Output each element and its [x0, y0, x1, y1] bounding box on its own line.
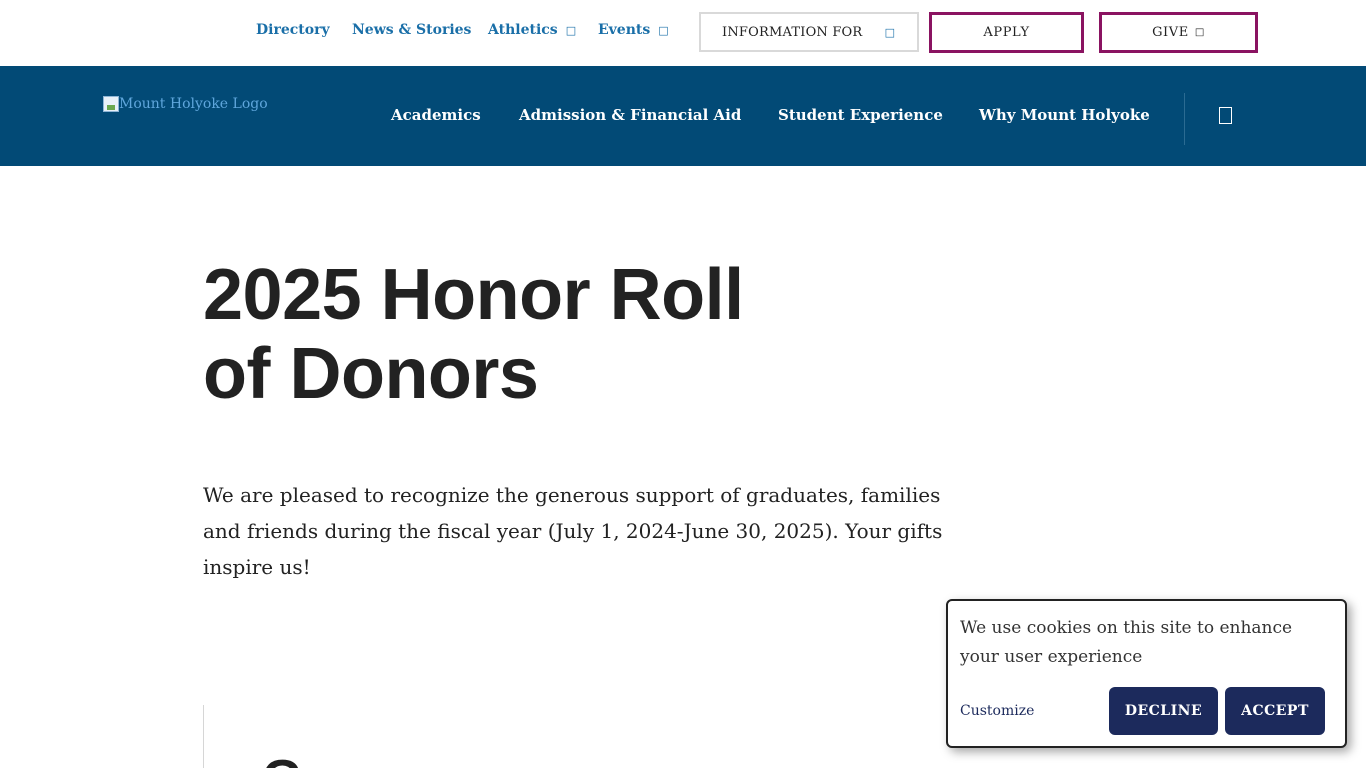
- nav-admission-financial-aid[interactable]: Admission & Financial Aid: [519, 106, 741, 124]
- information-for-dropdown[interactable]: INFORMATION FOR □: [699, 12, 919, 52]
- customize-link[interactable]: Customize: [960, 703, 1034, 719]
- section-rule: [203, 705, 204, 768]
- chevron-down-icon: □: [884, 26, 895, 39]
- nav-divider: [1184, 93, 1185, 145]
- section-heading-partial: Gr...: [262, 753, 363, 768]
- give-button[interactable]: GIVE □: [1099, 12, 1258, 53]
- chevron-down-icon: □: [565, 24, 577, 37]
- site-logo[interactable]: Mount Holyoke Logo: [103, 96, 268, 112]
- main-navigation: Mount Holyoke Logo Academics Admission &…: [0, 66, 1366, 166]
- directory-link[interactable]: Directory: [256, 22, 330, 38]
- cookie-message: We use cookies on this site to enhance y…: [960, 618, 1293, 667]
- logo-alt-text: Mount Holyoke Logo: [119, 96, 268, 112]
- give-label: GIVE: [1152, 25, 1189, 40]
- accept-button[interactable]: ACCEPT: [1225, 687, 1325, 735]
- apply-button[interactable]: APPLY: [929, 12, 1084, 53]
- intro-paragraph: We are pleased to recognize the generous…: [203, 483, 943, 579]
- events-link[interactable]: Events □: [598, 22, 669, 38]
- apply-label: APPLY: [983, 25, 1030, 40]
- page-title-line-1: 2025 Honor Roll: [203, 255, 744, 335]
- athletics-label: Athletics: [488, 22, 558, 38]
- search-icon[interactable]: [1219, 107, 1232, 124]
- events-label: Events: [598, 22, 651, 38]
- broken-image-icon: [103, 96, 119, 112]
- information-for-label: INFORMATION FOR: [722, 25, 863, 40]
- page-title: 2025 Honor Roll of Donors: [203, 256, 903, 414]
- nav-academics[interactable]: Academics: [391, 106, 481, 124]
- news-stories-link[interactable]: News & Stories: [352, 22, 471, 38]
- nav-why-mount-holyoke[interactable]: Why Mount Holyoke: [979, 106, 1150, 124]
- chevron-down-icon: □: [658, 24, 669, 37]
- utility-bar: Directory News & Stories Athletics □ Even…: [0, 0, 1366, 66]
- decline-button[interactable]: DECLINE: [1109, 687, 1218, 735]
- news-stories-label: News & Stories: [352, 22, 472, 38]
- page-title-line-2: of Donors: [203, 334, 539, 414]
- cookie-banner: We use cookies on this site to enhance y…: [946, 599, 1347, 748]
- chevron-down-icon: □: [1194, 27, 1205, 38]
- directory-label: Directory: [256, 22, 330, 38]
- athletics-link[interactable]: Athletics □: [488, 22, 576, 38]
- nav-student-experience[interactable]: Student Experience: [778, 106, 943, 124]
